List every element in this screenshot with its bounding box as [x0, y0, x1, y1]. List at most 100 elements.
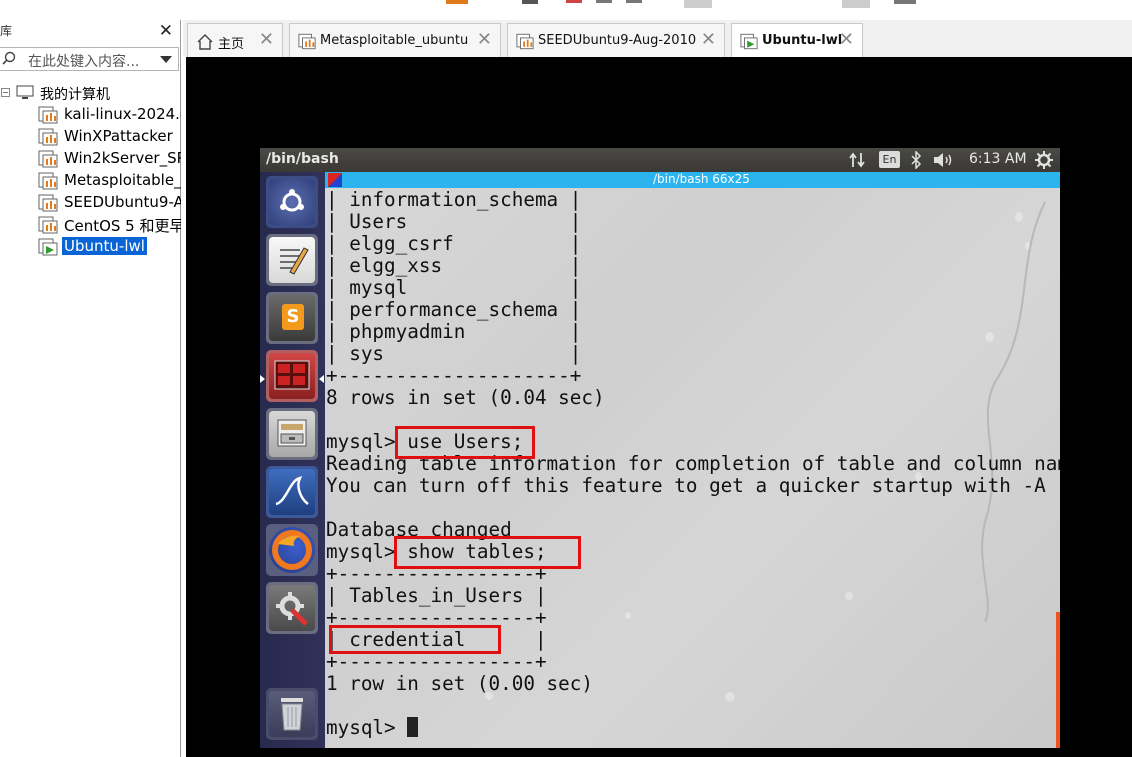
wireshark-icon[interactable] — [266, 466, 318, 518]
file-manager-icon[interactable] — [266, 408, 318, 460]
terminal-line: 1 row in set (0.00 sec) — [326, 672, 593, 695]
tab-label: Ubuntu-lwl — [762, 33, 843, 48]
vm-label: Win2kServer_SP — [64, 149, 181, 167]
vm-item[interactable]: WinXPattacker — [38, 126, 181, 148]
tab-label: Metasploitable_ubuntu — [320, 33, 469, 48]
close-icon[interactable]: ✕ — [839, 29, 854, 50]
tab-label: SEEDUbuntu9-Aug-2010 — [538, 33, 697, 48]
sublime-text-icon[interactable]: S — [266, 292, 318, 344]
text-cursor — [407, 717, 419, 737]
keyboard-layout-indicator[interactable]: En — [879, 151, 900, 168]
vm-label: kali-linux-2024.4 — [64, 105, 181, 123]
tab-metasploitable[interactable]: Metasploitable_ubuntu ✕ — [289, 23, 501, 57]
vm-item[interactable]: kali-linux-2024.4 — [38, 104, 181, 126]
terminal-line: | phpmyadmin | — [326, 320, 582, 343]
terminal-line: +-----------------+ — [326, 650, 547, 673]
vm-icon — [38, 216, 58, 234]
toolbar-icon[interactable] — [596, 0, 612, 3]
panel-title: /bin/bash — [266, 151, 339, 167]
terminal-window[interactable]: /bin/bash 66x25 | information_schema | |… — [325, 172, 1060, 748]
tab-ubuntu-lwl[interactable]: Ubuntu-lwl ✕ — [731, 23, 863, 57]
terminal-title: /bin/bash 66x25 — [653, 172, 750, 186]
vm-item[interactable]: SEEDUbuntu9-A — [38, 192, 181, 214]
toolbar-icon[interactable] — [894, 0, 916, 4]
terminal-glyph — [274, 360, 310, 390]
tab-bar: 主页 ✕ Metasploitable_ubuntu ✕ SEEDUbuntu9… — [183, 20, 1132, 57]
clock[interactable]: 6:13 AM — [969, 151, 1027, 167]
tree-root-my-computer[interactable]: − 我的计算机 — [0, 82, 181, 104]
unity-launcher: S — [260, 172, 325, 748]
tab-home[interactable]: 主页 ✕ — [187, 23, 283, 57]
system-settings-icon[interactable] — [266, 582, 318, 634]
terminal-prompt-line[interactable]: mysql> — [326, 716, 419, 739]
terminal-icon[interactable] — [266, 350, 318, 402]
terminal-menu-icon[interactable] — [328, 173, 342, 187]
close-icon[interactable]: ✕ — [701, 29, 716, 50]
vm-running-icon — [740, 33, 758, 50]
terminal-line: | performance_schema | — [326, 298, 582, 321]
vm-icon — [38, 150, 58, 168]
network-icon[interactable] — [848, 152, 866, 168]
vm-item-selected[interactable]: Ubuntu-lwl — [38, 236, 181, 258]
vm-label: SEEDUbuntu9-A — [64, 193, 181, 211]
trash-icon[interactable] — [266, 688, 318, 740]
toolbar-icon[interactable] — [566, 0, 582, 3]
search-placeholder: 在此处键入内容... — [28, 54, 140, 70]
shark-fin-glyph — [275, 476, 309, 506]
computer-icon — [16, 85, 34, 99]
vm-item[interactable]: CentOS 5 和更早 — [38, 214, 181, 236]
chevron-down-icon[interactable] — [160, 56, 172, 63]
vm-label: CentOS 5 和更早 — [64, 217, 181, 235]
toolbar-icon[interactable] — [626, 0, 642, 3]
terminal-titlebar[interactable]: /bin/bash 66x25 — [325, 172, 1060, 188]
firefox-glyph — [272, 530, 312, 570]
guest-screen[interactable]: /bin/bash En 6:13 AM S /bin/bash 66x25 |… — [260, 148, 1060, 748]
vm-icon — [38, 172, 58, 190]
gear-icon[interactable] — [1035, 151, 1053, 169]
terminal-line: | information_schema | — [326, 188, 582, 211]
search-icon — [2, 51, 16, 65]
active-indicator — [260, 375, 265, 383]
vm-icon — [516, 33, 534, 50]
library-header: 库 ✕ — [0, 20, 181, 42]
toolbar-icon[interactable] — [522, 0, 538, 4]
wallpaper-drop — [845, 592, 853, 600]
toolbar-icon[interactable] — [684, 0, 712, 8]
tree-root-label: 我的计算机 — [40, 87, 110, 103]
vm-item[interactable]: Metasploitable_ — [38, 170, 181, 192]
vm-icon — [38, 106, 58, 124]
tab-label: 主页 — [218, 37, 245, 52]
tab-seedubuntu[interactable]: SEEDUbuntu9-Aug-2010 ✕ — [507, 23, 725, 57]
wallpaper-drop — [625, 612, 631, 619]
firefox-icon[interactable] — [266, 524, 318, 576]
sublime-glyph: S — [282, 304, 304, 330]
terminal-line: 8 rows in set (0.04 sec) — [326, 386, 605, 409]
highlight-box-show-tables — [394, 536, 581, 569]
highlight-box-credential — [329, 625, 501, 654]
collapse-icon[interactable]: − — [1, 88, 10, 97]
terminal-line: You can turn off this feature to get a q… — [326, 474, 1046, 497]
library-search-input[interactable]: 在此处键入内容... — [0, 47, 179, 71]
close-icon[interactable]: ✕ — [259, 29, 274, 50]
terminal-line: | Tables_in_Users | — [326, 584, 547, 607]
volume-icon[interactable] — [932, 152, 956, 168]
vm-label: WinXPattacker — [64, 127, 173, 145]
terminal-line: | elgg_csrf | — [326, 232, 582, 255]
trash-can-glyph — [281, 698, 303, 731]
terminal-line: | mysql | — [326, 276, 582, 299]
text-editor-icon[interactable] — [266, 234, 318, 286]
wallpaper-drop — [725, 692, 735, 702]
close-icon[interactable]: ✕ — [477, 29, 492, 50]
toolbar-icon[interactable] — [842, 0, 870, 8]
focus-indicator — [319, 375, 324, 383]
vmware-window: 库 ✕ 在此处键入内容... − 我的计算机 kali-linux-2024.4… — [0, 0, 1132, 757]
toolbar-icon[interactable] — [446, 0, 468, 4]
close-icon[interactable]: ✕ — [159, 20, 173, 42]
bluetooth-icon[interactable] — [910, 151, 922, 169]
terminal-prompt: mysql> — [326, 716, 408, 739]
terminal-line: | sys | — [326, 342, 582, 365]
notepad-glyph — [280, 247, 309, 275]
vm-icon — [38, 128, 58, 146]
vm-item[interactable]: Win2kServer_SP — [38, 148, 181, 170]
ubuntu-dash-icon[interactable] — [266, 176, 318, 228]
